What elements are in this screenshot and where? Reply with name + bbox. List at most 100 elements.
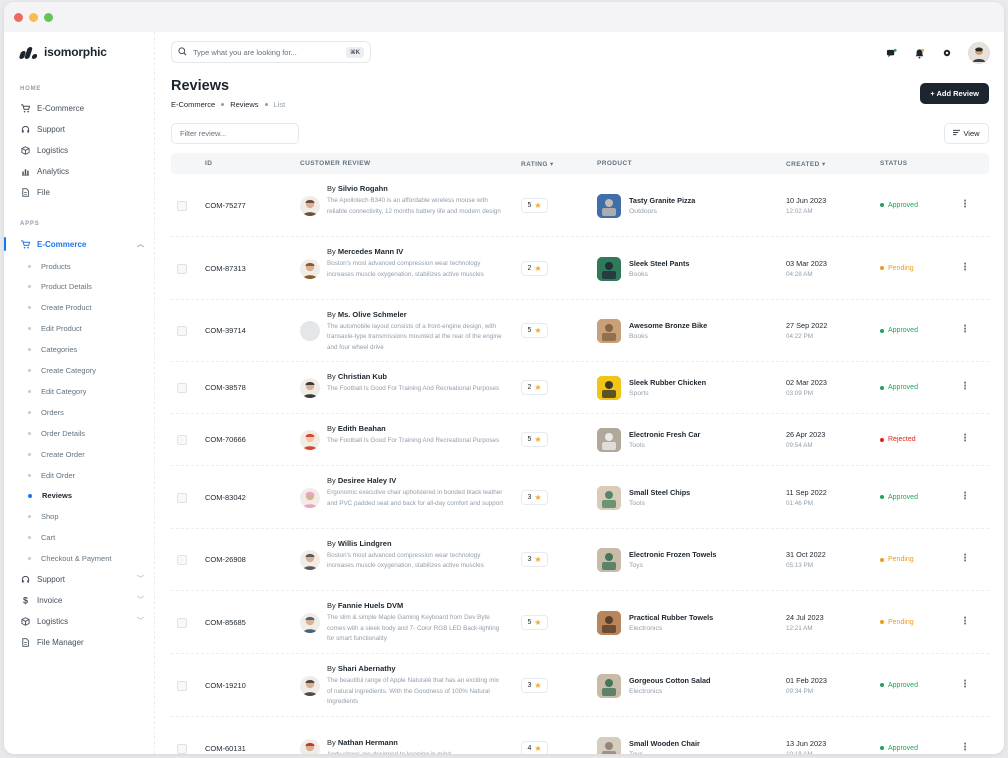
filter-review-input[interactable]: Filter review... — [171, 123, 299, 144]
more-options-icon[interactable]: ⋮ — [960, 679, 970, 690]
row-checkbox[interactable] — [177, 555, 187, 565]
sidebar-subitem-checkout-payment[interactable]: Checkout & Payment — [28, 552, 111, 566]
product-image[interactable] — [597, 485, 621, 510]
column-header-created[interactable]: CREATED ▾ — [786, 153, 826, 174]
more-options-icon[interactable]: ⋮ — [960, 262, 970, 273]
sidebar-subitem-order-details[interactable]: Order Details — [28, 426, 85, 440]
sidebar-item-ecommerce-active[interactable]: E-Commerce ︿ — [20, 236, 144, 252]
review-author-name: Fannie Huels DVM — [337, 601, 404, 611]
sidebar-item-logistics[interactable]: Logistics ﹀ — [20, 613, 144, 629]
sidebar-subitem-create-product[interactable]: Create Product — [28, 301, 91, 315]
product-image[interactable] — [597, 376, 621, 400]
sidebar-subitem-product-details[interactable]: Product Details — [28, 280, 92, 294]
sidebar-item-logistics[interactable]: Logistics — [20, 142, 144, 158]
breadcrumb-reviews[interactable]: Reviews — [230, 100, 258, 109]
more-options-icon[interactable]: ⋮ — [960, 324, 970, 335]
product-image[interactable] — [597, 428, 621, 452]
table-row[interactable]: COM-87313 By Mercedes Mann IV Boston's mo… — [171, 237, 989, 300]
product-image[interactable] — [597, 548, 621, 572]
sidebar-subitem-edit-product[interactable]: Edit Product — [28, 322, 82, 336]
table-row[interactable]: COM-60131 By Nathan Hermann Andy shoes ar… — [171, 717, 989, 754]
sidebar-subitem-edit-order[interactable]: Edit Order — [28, 468, 75, 482]
table-row[interactable]: COM-38578 By Christian Kub The Football I… — [171, 362, 989, 414]
product-image[interactable] — [597, 256, 621, 281]
row-checkbox[interactable] — [177, 263, 187, 274]
more-options-icon[interactable]: ⋮ — [960, 616, 970, 627]
sidebar-item-support[interactable]: Support — [20, 121, 144, 137]
product-name[interactable]: Practical Rubber Towels — [629, 613, 713, 622]
sidebar-subitem-cart[interactable]: Cart — [28, 531, 55, 545]
sidebar-subitem-categories[interactable]: Categories — [28, 343, 77, 357]
logo[interactable]: isomorphic — [18, 45, 107, 59]
close-window-dot[interactable] — [14, 12, 23, 22]
sidebar-subitem-create-category[interactable]: Create Category — [28, 364, 96, 378]
row-checkbox[interactable] — [177, 435, 187, 445]
product-name[interactable]: Tasty Granite Pizza — [629, 196, 695, 205]
sidebar-item-e-commerce[interactable]: E-Commerce — [20, 100, 144, 116]
product-name[interactable]: Small Wooden Chair — [629, 739, 700, 748]
row-checkbox[interactable] — [177, 680, 187, 691]
product-name[interactable]: Small Steel Chips — [629, 488, 690, 497]
product-image[interactable] — [597, 673, 621, 698]
maximize-window-dot[interactable] — [44, 12, 53, 22]
table-row[interactable]: COM-75277 By Silvio Rogahn The Apollotech… — [171, 174, 989, 237]
product-image[interactable] — [597, 610, 621, 635]
table-row[interactable]: COM-70666 By Edith Beahan The Football Is… — [171, 414, 989, 466]
more-options-icon[interactable]: ⋮ — [960, 433, 970, 444]
more-options-icon[interactable]: ⋮ — [960, 742, 970, 753]
sidebar-subitem-edit-category[interactable]: Edit Category — [28, 384, 86, 398]
product-image[interactable] — [597, 193, 621, 218]
product-name[interactable]: Sleek Steel Pants — [629, 259, 689, 268]
row-checkbox[interactable] — [177, 200, 187, 211]
row-checkbox[interactable] — [177, 492, 187, 503]
table-row[interactable]: COM-19210 By Shari Abernathy The beautifu… — [171, 654, 989, 717]
column-header-rating[interactable]: RATING ▾ — [521, 153, 554, 174]
sidebar-item-invoice[interactable]: $ Invoice ﹀ — [20, 592, 144, 608]
product-name[interactable]: Awesome Bronze Bike — [629, 321, 707, 330]
add-review-button[interactable]: + Add Review — [920, 83, 989, 104]
search-input[interactable]: Type what you are looking for... — [193, 48, 340, 57]
sidebar-subitem-orders[interactable]: Orders — [28, 405, 64, 419]
sidebar-subitem-create-order[interactable]: Create Order — [28, 447, 85, 461]
product-image[interactable] — [597, 736, 621, 754]
product-name[interactable]: Electronic Fresh Car — [629, 430, 700, 439]
search-bar[interactable]: Type what you are looking for... ⌘K — [171, 41, 371, 63]
more-options-icon[interactable]: ⋮ — [960, 553, 970, 564]
more-options-icon[interactable]: ⋮ — [960, 381, 970, 392]
sidebar-subitem-shop[interactable]: Shop — [28, 510, 59, 524]
customer-avatar — [300, 378, 320, 398]
minimize-window-dot[interactable] — [29, 12, 38, 22]
more-options-icon[interactable]: ⋮ — [960, 491, 970, 502]
user-avatar[interactable] — [968, 42, 990, 64]
table-row[interactable]: COM-83042 By Desiree Haley IV Ergonomic e… — [171, 466, 989, 529]
product-name[interactable]: Electronic Frozen Towels — [629, 550, 716, 559]
sidebar-subitem-products[interactable]: Products — [28, 259, 71, 273]
sidebar-item-file-manager[interactable]: File Manager — [20, 634, 144, 650]
column-header-customer-review[interactable]: CUSTOMER REVIEW — [300, 153, 371, 174]
row-checkbox[interactable] — [177, 383, 187, 393]
table-row[interactable]: COM-85685 By Fannie Huels DVM The slim & … — [171, 591, 989, 654]
column-header-product[interactable]: PRODUCT — [597, 153, 632, 174]
product-name[interactable]: Sleek Rubber Chicken — [629, 378, 706, 387]
table-row[interactable]: COM-26908 By Willis Lindgren Boston's mos… — [171, 529, 989, 591]
sidebar-item-analytics[interactable]: Analytics — [20, 163, 144, 179]
table-row[interactable]: COM-39714 By Ms. Olive Schmeler The autom… — [171, 300, 989, 362]
more-options-icon[interactable]: ⋮ — [960, 199, 970, 210]
sidebar-item-support[interactable]: Support ﹀ — [20, 571, 144, 587]
sidebar-subitem-reviews[interactable]: Reviews — [28, 489, 72, 503]
sidebar-item-file[interactable]: File — [20, 184, 144, 200]
product-image[interactable] — [597, 319, 621, 343]
messages-icon[interactable] — [884, 46, 898, 60]
column-header-status[interactable]: STATUS — [880, 153, 907, 174]
row-checkbox[interactable] — [177, 743, 187, 754]
settings-gear-icon[interactable] — [940, 46, 954, 60]
review-id: COM-70666 — [205, 435, 246, 444]
row-checkbox[interactable] — [177, 617, 187, 628]
review-author: By Edith Beahan — [327, 424, 386, 433]
notification-bell-icon[interactable] — [912, 46, 926, 60]
product-name[interactable]: Gorgeous Cotton Salad — [629, 676, 710, 685]
column-header-id[interactable]: ID — [205, 153, 212, 174]
view-button[interactable]: View — [944, 123, 989, 144]
row-checkbox[interactable] — [177, 326, 187, 336]
breadcrumb-ecommerce[interactable]: E-Commerce — [171, 100, 215, 109]
